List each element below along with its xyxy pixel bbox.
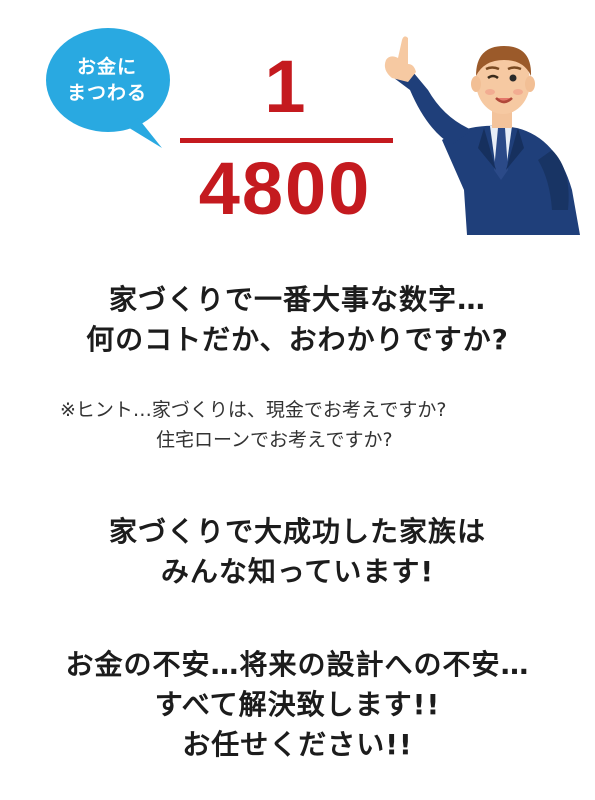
- bubble-text: お金に まつわる: [52, 54, 162, 106]
- closing-line-2: すべて解決致します!!: [154, 688, 441, 721]
- question-line-1: 家づくりで一番大事な数字…: [108, 283, 486, 316]
- closing-text: お金の不安…将来の設計への不安… すべて解決致します!! お任せください!!: [0, 645, 595, 765]
- hint-text: ※ヒント…家づくりは、現金でお考えですか? 住宅ローンでお考えですか?: [60, 395, 580, 455]
- answer-line-1: 家づくりで大成功した家族は: [108, 515, 486, 548]
- fraction-denominator: 4800: [198, 147, 372, 230]
- answer-text: 家づくりで大成功した家族は みんな知っています!: [0, 512, 595, 592]
- bubble-line-2: まつわる: [66, 82, 147, 104]
- fraction-numerator: 1: [264, 45, 306, 128]
- hint-line-2: 住宅ローンでお考えですか?: [156, 429, 393, 451]
- flyer-page: お金に まつわる 1 4800 家づくりで一番大事な数字… 何のコトだか、おわか…: [0, 0, 595, 800]
- fraction-bar: [180, 138, 393, 143]
- hint-line-1: ※ヒント…家づくりは、現金でお考えですか?: [60, 399, 447, 421]
- businessman-pointing-icon: [372, 20, 582, 235]
- question-line-2: 何のコトだか、おわかりですか?: [86, 323, 509, 356]
- bubble-line-1: お金に: [76, 56, 137, 78]
- question-text: 家づくりで一番大事な数字… 何のコトだか、おわかりですか?: [0, 280, 595, 360]
- closing-line-3: お任せください!!: [182, 728, 413, 761]
- closing-line-1: お金の不安…将来の設計への不安…: [65, 648, 530, 681]
- fraction: 1 4800: [170, 40, 400, 240]
- answer-line-2: みんな知っています!: [160, 555, 435, 588]
- speech-bubble: お金に まつわる: [30, 20, 190, 160]
